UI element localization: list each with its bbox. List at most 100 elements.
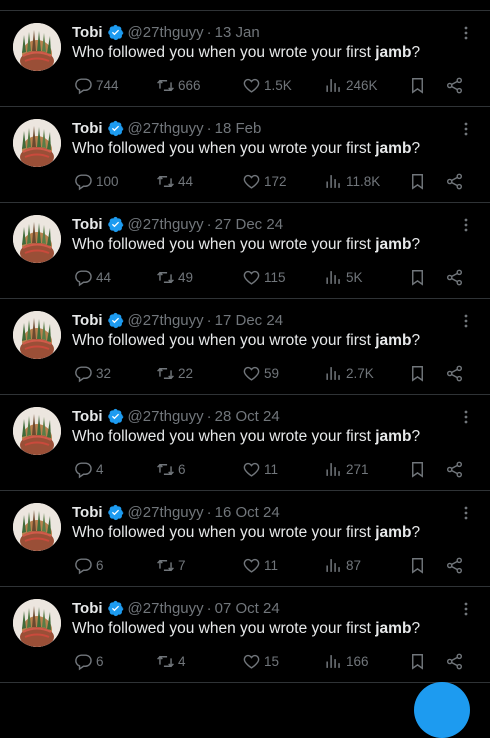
- author-name[interactable]: Tobi: [72, 216, 103, 233]
- tweet-date[interactable]: 28 Oct 24: [215, 408, 280, 425]
- tweet-text[interactable]: Who followed you when you wrote your fir…: [72, 523, 470, 543]
- more-vertical-icon[interactable]: [458, 601, 474, 617]
- tweet-text[interactable]: Who followed you when you wrote your fir…: [72, 619, 470, 639]
- verified-badge-icon: [107, 24, 124, 41]
- avatar[interactable]: [13, 119, 61, 167]
- author-name[interactable]: Tobi: [72, 24, 103, 41]
- bookmark-button[interactable]: [408, 651, 430, 671]
- separator-dot: ·: [206, 215, 212, 233]
- author-name[interactable]: Tobi: [72, 408, 103, 425]
- like-button[interactable]: 1.5K: [242, 75, 292, 95]
- tweet-card[interactable]: Tobi @27thguyy · 17 Dec 24 Who followed …: [0, 299, 490, 395]
- bookmark-button[interactable]: [408, 171, 430, 191]
- tweet-text[interactable]: Who followed you when you wrote your fir…: [72, 139, 470, 159]
- retweet-button[interactable]: 22: [156, 363, 193, 383]
- tweet-card[interactable]: Tobi @27thguyy · 13 Jan Who followed you…: [0, 11, 490, 107]
- author-handle[interactable]: @27thguyy: [128, 408, 204, 425]
- share-button[interactable]: [445, 267, 467, 287]
- views-button[interactable]: 5K: [324, 267, 363, 287]
- tweet-date[interactable]: 17 Dec 24: [215, 312, 283, 329]
- share-button[interactable]: [445, 555, 467, 575]
- more-vertical-icon[interactable]: [458, 217, 474, 233]
- feed-top-divider: [0, 0, 490, 11]
- retweet-button[interactable]: 4: [156, 651, 186, 671]
- author-name[interactable]: Tobi: [72, 312, 103, 329]
- tweet-text[interactable]: Who followed you when you wrote your fir…: [72, 235, 470, 255]
- like-button[interactable]: 172: [242, 171, 287, 191]
- author-name[interactable]: Tobi: [72, 120, 103, 137]
- author-handle[interactable]: @27thguyy: [128, 312, 204, 329]
- reply-button[interactable]: 6: [74, 651, 104, 671]
- author-name[interactable]: Tobi: [72, 504, 103, 521]
- share-button[interactable]: [445, 459, 467, 479]
- tweet-date[interactable]: 27 Dec 24: [215, 216, 283, 233]
- avatar[interactable]: [13, 23, 61, 71]
- reply-button[interactable]: 6: [74, 555, 104, 575]
- avatar[interactable]: [13, 215, 61, 263]
- views-button[interactable]: 2.7K: [324, 363, 374, 383]
- like-button[interactable]: 115: [242, 267, 286, 287]
- like-button[interactable]: 11: [242, 555, 278, 575]
- share-button[interactable]: [445, 651, 467, 671]
- heart-icon: [243, 462, 260, 477]
- avatar[interactable]: [13, 311, 61, 359]
- author-name[interactable]: Tobi: [72, 600, 103, 617]
- retweet-button[interactable]: 6: [156, 459, 186, 479]
- author-handle[interactable]: @27thguyy: [128, 600, 204, 617]
- avatar[interactable]: [13, 503, 61, 551]
- author-handle[interactable]: @27thguyy: [128, 504, 204, 521]
- tweet-card[interactable]: Tobi @27thguyy · 18 Feb Who followed you…: [0, 107, 490, 203]
- more-vertical-icon[interactable]: [458, 313, 474, 329]
- bookmark-button[interactable]: [408, 363, 430, 383]
- author-handle[interactable]: @27thguyy: [128, 120, 204, 137]
- tweet-header: Tobi @27thguyy · 27 Dec 24: [72, 213, 450, 235]
- share-button[interactable]: [445, 171, 467, 191]
- views-button[interactable]: 11.8K: [324, 171, 380, 191]
- reply-button[interactable]: 44: [74, 267, 111, 287]
- tweet-card[interactable]: Tobi @27thguyy · 07 Oct 24 Who followed …: [0, 587, 490, 683]
- views-button[interactable]: 246K: [324, 75, 378, 95]
- tweet-date[interactable]: 07 Oct 24: [215, 600, 280, 617]
- tweet-card[interactable]: Tobi @27thguyy · 27 Dec 24 Who followed …: [0, 203, 490, 299]
- like-button[interactable]: 11: [242, 459, 278, 479]
- like-button[interactable]: 15: [242, 651, 279, 671]
- bookmark-button[interactable]: [408, 75, 430, 95]
- tweet-text[interactable]: Who followed you when you wrote your fir…: [72, 331, 470, 351]
- retweet-button[interactable]: 7: [156, 555, 186, 575]
- reply-button[interactable]: 32: [74, 363, 111, 383]
- separator-dot: ·: [206, 503, 212, 521]
- more-vertical-icon[interactable]: [458, 25, 474, 41]
- bookmark-button[interactable]: [408, 555, 430, 575]
- compose-fab-button[interactable]: [414, 682, 470, 738]
- views-button[interactable]: 166: [324, 651, 369, 671]
- tweet-date[interactable]: 18 Feb: [215, 120, 262, 137]
- author-handle[interactable]: @27thguyy: [128, 24, 204, 41]
- more-vertical-icon[interactable]: [458, 121, 474, 137]
- retweet-button[interactable]: 44: [156, 171, 193, 191]
- reply-button[interactable]: 4: [74, 459, 104, 479]
- retweet-button[interactable]: 666: [156, 75, 201, 95]
- bookmark-button[interactable]: [408, 459, 430, 479]
- avatar-image: [13, 215, 61, 263]
- more-vertical-icon[interactable]: [458, 409, 474, 425]
- tweet-card[interactable]: Tobi @27thguyy · 16 Oct 24 Who followed …: [0, 491, 490, 587]
- author-handle[interactable]: @27thguyy: [128, 216, 204, 233]
- tweet-date[interactable]: 16 Oct 24: [215, 504, 280, 521]
- more-vertical-icon[interactable]: [458, 505, 474, 521]
- retweet-button[interactable]: 49: [156, 267, 193, 287]
- views-button[interactable]: 271: [324, 459, 369, 479]
- share-button[interactable]: [445, 363, 467, 383]
- avatar[interactable]: [13, 407, 61, 455]
- tweet-text[interactable]: Who followed you when you wrote your fir…: [72, 427, 470, 447]
- views-button[interactable]: 87: [324, 555, 361, 575]
- reply-button[interactable]: 744: [74, 75, 119, 95]
- tweet-text[interactable]: Who followed you when you wrote your fir…: [72, 43, 470, 63]
- reply-button[interactable]: 100: [74, 171, 119, 191]
- avatar[interactable]: [13, 599, 61, 647]
- share-button[interactable]: [445, 75, 467, 95]
- like-button[interactable]: 59: [242, 363, 279, 383]
- tweet-date[interactable]: 13 Jan: [215, 24, 260, 41]
- bookmark-button[interactable]: [408, 267, 430, 287]
- bookmark-icon: [412, 557, 423, 574]
- tweet-card[interactable]: Tobi @27thguyy · 28 Oct 24 Who followed …: [0, 395, 490, 491]
